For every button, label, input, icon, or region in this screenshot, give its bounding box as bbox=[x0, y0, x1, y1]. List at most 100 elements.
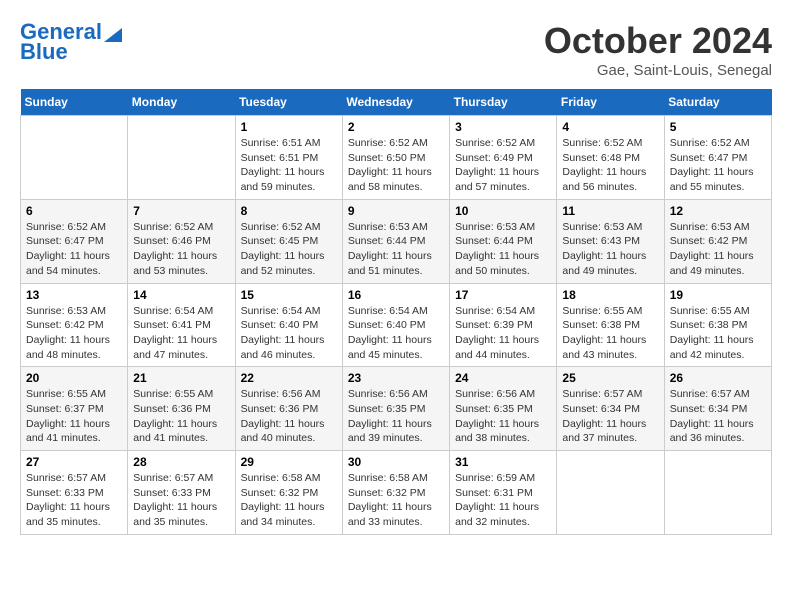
day-number: 16 bbox=[348, 288, 444, 302]
day-number: 20 bbox=[26, 371, 122, 385]
day-number: 5 bbox=[670, 120, 766, 134]
day-info: Sunrise: 6:55 AMSunset: 6:38 PMDaylight:… bbox=[562, 304, 658, 363]
day-number: 10 bbox=[455, 204, 551, 218]
calendar-table: Sunday Monday Tuesday Wednesday Thursday… bbox=[20, 89, 772, 535]
calendar-cell: 6 Sunrise: 6:52 AMSunset: 6:47 PMDaylight… bbox=[21, 199, 128, 283]
day-number: 7 bbox=[133, 204, 229, 218]
day-number: 8 bbox=[241, 204, 337, 218]
calendar-cell: 1 Sunrise: 6:51 AMSunset: 6:51 PMDaylight… bbox=[235, 116, 342, 200]
calendar-cell: 31Sunrise: 6:59 AMSunset: 6:31 PMDayligh… bbox=[450, 451, 557, 535]
calendar-cell: 26 Sunrise: 6:57 AMSunset: 6:34 PMDayligh… bbox=[664, 367, 771, 451]
day-info: Sunrise: 6:55 AMSunset: 6:37 PMDaylight:… bbox=[26, 387, 122, 446]
day-number: 30 bbox=[348, 455, 444, 469]
calendar-cell: 19 Sunrise: 6:55 AMSunset: 6:38 PMDayligh… bbox=[664, 283, 771, 367]
day-info: Sunrise: 6:54 AMSunset: 6:40 PMDaylight:… bbox=[348, 304, 444, 363]
day-info: Sunrise: 6:57 AMSunset: 6:34 PMDaylight:… bbox=[670, 387, 766, 446]
calendar-cell: 16 Sunrise: 6:54 AMSunset: 6:40 PMDayligh… bbox=[342, 283, 449, 367]
day-info: Sunrise: 6:52 AMSunset: 6:47 PMDaylight:… bbox=[26, 220, 122, 279]
calendar-cell: 2 Sunrise: 6:52 AMSunset: 6:50 PMDaylight… bbox=[342, 116, 449, 200]
day-info: Sunrise: 6:58 AMSunset: 6:32 PMDaylight:… bbox=[241, 471, 337, 530]
week-row-5: 27 Sunrise: 6:57 AMSunset: 6:33 PMDayligh… bbox=[21, 451, 772, 535]
day-number: 24 bbox=[455, 371, 551, 385]
day-info: Sunrise: 6:53 AMSunset: 6:44 PMDaylight:… bbox=[348, 220, 444, 279]
day-info: Sunrise: 6:57 AMSunset: 6:34 PMDaylight:… bbox=[562, 387, 658, 446]
day-number: 2 bbox=[348, 120, 444, 134]
day-number: 22 bbox=[241, 371, 337, 385]
day-info: Sunrise: 6:58 AMSunset: 6:32 PMDaylight:… bbox=[348, 471, 444, 530]
day-info: Sunrise: 6:52 AMSunset: 6:45 PMDaylight:… bbox=[241, 220, 337, 279]
day-number: 26 bbox=[670, 371, 766, 385]
day-info: Sunrise: 6:57 AMSunset: 6:33 PMDaylight:… bbox=[133, 471, 229, 530]
col-friday: Friday bbox=[557, 89, 664, 116]
calendar-cell bbox=[128, 116, 235, 200]
day-number: 3 bbox=[455, 120, 551, 134]
calendar-cell: 23Sunrise: 6:56 AMSunset: 6:35 PMDayligh… bbox=[342, 367, 449, 451]
day-info: Sunrise: 6:51 AMSunset: 6:51 PMDaylight:… bbox=[241, 136, 337, 195]
calendar-cell: 30 Sunrise: 6:58 AMSunset: 6:32 PMDayligh… bbox=[342, 451, 449, 535]
day-info: Sunrise: 6:54 AMSunset: 6:40 PMDaylight:… bbox=[241, 304, 337, 363]
day-number: 27 bbox=[26, 455, 122, 469]
page-header: General Blue October 2024 Gae, Saint-Lou… bbox=[20, 20, 772, 79]
day-info: Sunrise: 6:55 AMSunset: 6:38 PMDaylight:… bbox=[670, 304, 766, 363]
calendar-location: Gae, Saint-Louis, Senegal bbox=[544, 62, 772, 79]
day-number: 19 bbox=[670, 288, 766, 302]
calendar-header-row: Sunday Monday Tuesday Wednesday Thursday… bbox=[21, 89, 772, 116]
day-number: 21 bbox=[133, 371, 229, 385]
calendar-cell: 24Sunrise: 6:56 AMSunset: 6:35 PMDayligh… bbox=[450, 367, 557, 451]
day-info: Sunrise: 6:55 AMSunset: 6:36 PMDaylight:… bbox=[133, 387, 229, 446]
logo-bird-icon bbox=[104, 20, 122, 42]
day-info: Sunrise: 6:53 AMSunset: 6:42 PMDaylight:… bbox=[670, 220, 766, 279]
day-info: Sunrise: 6:52 AMSunset: 6:50 PMDaylight:… bbox=[348, 136, 444, 195]
calendar-cell: 5 Sunrise: 6:52 AMSunset: 6:47 PMDaylight… bbox=[664, 116, 771, 200]
day-info: Sunrise: 6:54 AMSunset: 6:39 PMDaylight:… bbox=[455, 304, 551, 363]
calendar-cell bbox=[21, 116, 128, 200]
calendar-cell: 13 Sunrise: 6:53 AMSunset: 6:42 PMDayligh… bbox=[21, 283, 128, 367]
col-monday: Monday bbox=[128, 89, 235, 116]
day-info: Sunrise: 6:53 AMSunset: 6:42 PMDaylight:… bbox=[26, 304, 122, 363]
week-row-4: 20 Sunrise: 6:55 AMSunset: 6:37 PMDayligh… bbox=[21, 367, 772, 451]
day-number: 12 bbox=[670, 204, 766, 218]
calendar-cell: 25Sunrise: 6:57 AMSunset: 6:34 PMDayligh… bbox=[557, 367, 664, 451]
day-number: 29 bbox=[241, 455, 337, 469]
week-row-2: 6 Sunrise: 6:52 AMSunset: 6:47 PMDaylight… bbox=[21, 199, 772, 283]
calendar-cell bbox=[664, 451, 771, 535]
logo-text-blue: Blue bbox=[20, 40, 68, 64]
day-info: Sunrise: 6:53 AMSunset: 6:43 PMDaylight:… bbox=[562, 220, 658, 279]
day-info: Sunrise: 6:57 AMSunset: 6:33 PMDaylight:… bbox=[26, 471, 122, 530]
day-info: Sunrise: 6:52 AMSunset: 6:48 PMDaylight:… bbox=[562, 136, 658, 195]
day-number: 18 bbox=[562, 288, 658, 302]
title-block: October 2024 Gae, Saint-Louis, Senegal bbox=[544, 20, 772, 79]
day-info: Sunrise: 6:56 AMSunset: 6:35 PMDaylight:… bbox=[348, 387, 444, 446]
logo: General Blue bbox=[20, 20, 122, 64]
day-number: 13 bbox=[26, 288, 122, 302]
day-info: Sunrise: 6:53 AMSunset: 6:44 PMDaylight:… bbox=[455, 220, 551, 279]
day-number: 6 bbox=[26, 204, 122, 218]
day-number: 14 bbox=[133, 288, 229, 302]
calendar-cell: 9Sunrise: 6:53 AMSunset: 6:44 PMDaylight… bbox=[342, 199, 449, 283]
calendar-cell: 27 Sunrise: 6:57 AMSunset: 6:33 PMDayligh… bbox=[21, 451, 128, 535]
calendar-cell: 21 Sunrise: 6:55 AMSunset: 6:36 PMDayligh… bbox=[128, 367, 235, 451]
day-number: 28 bbox=[133, 455, 229, 469]
calendar-cell: 3 Sunrise: 6:52 AMSunset: 6:49 PMDaylight… bbox=[450, 116, 557, 200]
calendar-cell: 18 Sunrise: 6:55 AMSunset: 6:38 PMDayligh… bbox=[557, 283, 664, 367]
calendar-cell: 10 Sunrise: 6:53 AMSunset: 6:44 PMDayligh… bbox=[450, 199, 557, 283]
calendar-cell: 15Sunrise: 6:54 AMSunset: 6:40 PMDayligh… bbox=[235, 283, 342, 367]
day-number: 1 bbox=[241, 120, 337, 134]
col-sunday: Sunday bbox=[21, 89, 128, 116]
calendar-cell: 8 Sunrise: 6:52 AMSunset: 6:45 PMDaylight… bbox=[235, 199, 342, 283]
calendar-cell: 28 Sunrise: 6:57 AMSunset: 6:33 PMDayligh… bbox=[128, 451, 235, 535]
week-row-3: 13 Sunrise: 6:53 AMSunset: 6:42 PMDayligh… bbox=[21, 283, 772, 367]
calendar-cell: 14Sunrise: 6:54 AMSunset: 6:41 PMDayligh… bbox=[128, 283, 235, 367]
day-info: Sunrise: 6:52 AMSunset: 6:49 PMDaylight:… bbox=[455, 136, 551, 195]
day-number: 4 bbox=[562, 120, 658, 134]
calendar-cell: 4 Sunrise: 6:52 AMSunset: 6:48 PMDaylight… bbox=[557, 116, 664, 200]
col-tuesday: Tuesday bbox=[235, 89, 342, 116]
day-info: Sunrise: 6:56 AMSunset: 6:36 PMDaylight:… bbox=[241, 387, 337, 446]
day-info: Sunrise: 6:52 AMSunset: 6:47 PMDaylight:… bbox=[670, 136, 766, 195]
calendar-cell: 22 Sunrise: 6:56 AMSunset: 6:36 PMDayligh… bbox=[235, 367, 342, 451]
col-wednesday: Wednesday bbox=[342, 89, 449, 116]
calendar-cell: 12 Sunrise: 6:53 AMSunset: 6:42 PMDayligh… bbox=[664, 199, 771, 283]
day-number: 31 bbox=[455, 455, 551, 469]
calendar-cell: 11Sunrise: 6:53 AMSunset: 6:43 PMDayligh… bbox=[557, 199, 664, 283]
calendar-cell bbox=[557, 451, 664, 535]
